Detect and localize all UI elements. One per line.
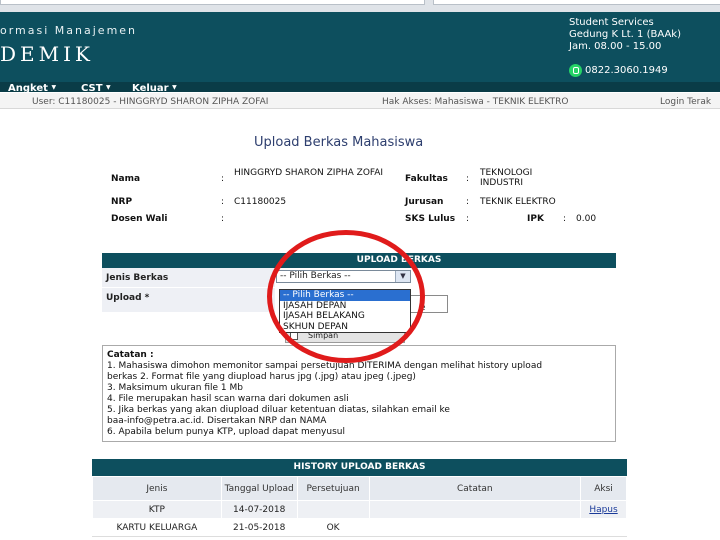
colon: : <box>466 197 470 207</box>
col-aksi: Aksi <box>580 476 627 501</box>
system-name: ormasi Manajemen <box>0 24 138 37</box>
dosen-wali-label: Dosen Wali <box>111 214 168 224</box>
colon: : <box>466 214 470 224</box>
colon: : <box>221 197 225 207</box>
table-row: KTP 14-07-2018 Hapus <box>92 500 627 519</box>
note-line: 3. Maksimum ukuran file 1 Mb <box>107 383 243 393</box>
table-row: KARTU KELUARGA 21-05-2018 OK <box>92 518 627 537</box>
catatan-notes: Catatan : 1. Mahasiswa dimohon memonitor… <box>102 345 616 442</box>
jenis-berkas-row: Jenis Berkas -- Pilih Berkas -- ▼ <box>102 268 616 288</box>
note-line: 5. Jika berkas yang akan diupload diluar… <box>107 405 450 415</box>
note-line: baa-info@petra.ac.id. Disertakan NRP dan… <box>107 416 327 426</box>
file-upload-input[interactable] <box>405 295 448 313</box>
col-jenis: Jenis <box>92 476 222 501</box>
colon: : <box>221 174 225 184</box>
select-value: -- Pilih Berkas -- <box>280 271 351 281</box>
page-title: Upload Berkas Mahasiswa <box>254 135 424 150</box>
jenis-berkas-label: Jenis Berkas <box>102 268 275 287</box>
browser-search-bar[interactable] <box>433 0 720 5</box>
note-line: 4. File merupakan hasil scan warna dari … <box>107 394 349 404</box>
colon: : <box>563 214 567 224</box>
history-upload-table: HISTORY UPLOAD BERKAS Jenis Tanggal Uplo… <box>92 459 627 537</box>
ipk-value: 0.00 <box>576 214 597 224</box>
col-catatan: Catatan <box>368 476 582 501</box>
cell-tanggal: 14-07-2018 <box>220 500 298 519</box>
browser-toolbar <box>0 0 720 12</box>
access-text: Hak Akses: Mahasiswa - TEKNIK ELEKTRO <box>382 97 569 107</box>
nama-value: HINGGRYD SHARON ZIPHA ZOFAI <box>234 168 384 178</box>
address-bar[interactable] <box>0 0 425 5</box>
chevron-down-icon: ▼ <box>51 84 57 91</box>
chevron-down-icon[interactable]: ▼ <box>395 271 410 282</box>
upload-form-header: UPLOAD BERKAS <box>102 253 616 268</box>
hapus-link[interactable]: Hapus <box>589 505 617 515</box>
chevron-down-icon: ▼ <box>172 84 177 91</box>
jenis-berkas-options[interactable]: -- Pilih Berkas -- IJASAH DEPAN IJASAH B… <box>279 289 411 333</box>
service-line-3: Jam. 08.00 - 15.00 <box>569 41 662 52</box>
cell-catatan <box>368 518 582 537</box>
save-icon <box>290 332 298 340</box>
service-line-1: Student Services <box>569 17 654 28</box>
cell-tanggal: 21-05-2018 <box>220 518 298 537</box>
cell-persetujuan <box>296 500 370 519</box>
col-tanggal-upload: Tanggal Upload <box>220 476 298 501</box>
sks-lulus-label: SKS Lulus <box>405 214 456 224</box>
notes-title: Catatan : <box>107 350 154 360</box>
chevron-down-icon: ▼ <box>106 84 111 91</box>
main-nav: Angket ▼ CST ▼ Keluar ▼ <box>0 82 720 94</box>
user-text: User: C11180025 - HINGGRYD SHARON ZIPHA … <box>32 97 269 107</box>
ipk-label: IPK <box>527 214 544 224</box>
whatsapp-icon <box>569 64 582 77</box>
upload-label: Upload * <box>102 288 275 312</box>
app-name: DEMIK <box>0 42 94 66</box>
history-table: Jenis Tanggal Upload Persetujuan Catatan… <box>92 476 627 537</box>
submit-row-spacer <box>102 313 275 344</box>
cell-aksi <box>580 518 627 537</box>
file-input-suffix: e <box>420 303 426 313</box>
colon: : <box>221 214 225 224</box>
cell-catatan <box>368 500 582 519</box>
note-line: 1. Mahasiswa dimohon memonitor sampai pe… <box>107 361 543 371</box>
user-info-bar: User: C11180025 - HINGGRYD SHARON ZIPHA … <box>0 93 720 109</box>
phone-number: 0822.3060.1949 <box>585 65 668 76</box>
note-line: 6. Apabila belum punya KTP, upload dapat… <box>107 427 345 437</box>
login-text: Login Terak <box>660 97 712 107</box>
fakultas-label: Fakultas <box>405 174 448 184</box>
service-line-2: Gedung K Lt. 1 (BAAk) <box>569 29 681 40</box>
option-ijasah-depan[interactable]: IJASAH DEPAN <box>280 301 410 312</box>
cell-persetujuan: OK <box>296 518 370 537</box>
cell-jenis: KARTU KELUARGA <box>92 518 222 537</box>
option-skhun-depan[interactable]: SKHUN DEPAN <box>280 322 410 333</box>
nrp-label: NRP <box>111 197 133 207</box>
note-line: berkas 2. Format file yang diupload haru… <box>107 372 416 382</box>
nama-label: Nama <box>111 174 141 184</box>
jurusan-value: TEKNIK ELEKTRO <box>480 197 556 207</box>
option-ijasah-belakang[interactable]: IJASAH BELAKANG <box>280 311 410 322</box>
jurusan-label: Jurusan <box>405 197 444 207</box>
cell-aksi: Hapus <box>580 500 627 519</box>
nrp-value: C11180025 <box>234 197 287 207</box>
service-info: Student Services Gedung K Lt. 1 (BAAk) J… <box>569 17 681 53</box>
cell-jenis: KTP <box>92 500 222 519</box>
option-pilih-berkas[interactable]: -- Pilih Berkas -- <box>280 290 410 301</box>
colon: : <box>466 174 470 184</box>
history-title: HISTORY UPLOAD BERKAS <box>92 459 627 476</box>
fakultas-value: TEKNOLOGI INDUSTRI <box>480 168 533 188</box>
site-header: ormasi Manajemen DEMIK Student Services … <box>0 12 720 82</box>
service-phone: 0822.3060.1949 <box>569 64 668 77</box>
col-persetujuan: Persetujuan <box>296 476 370 501</box>
jenis-berkas-select[interactable]: -- Pilih Berkas -- ▼ <box>276 270 411 283</box>
